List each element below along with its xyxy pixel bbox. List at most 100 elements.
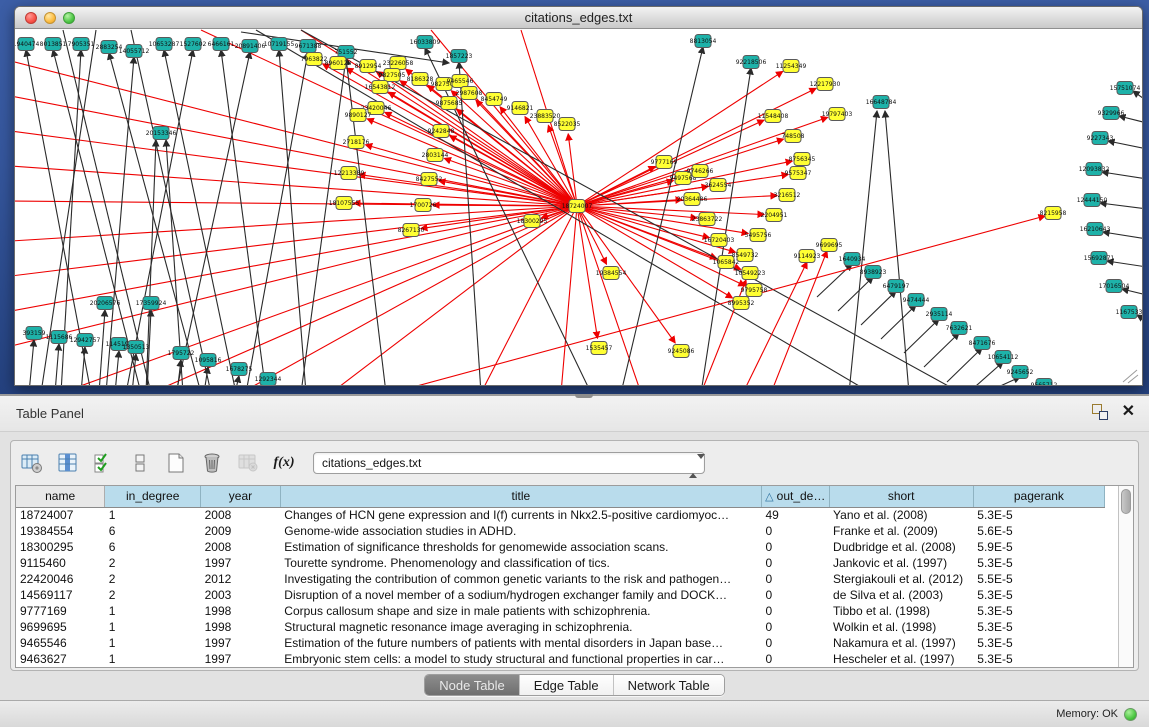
memory-status-indicator[interactable] [1124,708,1137,721]
graph-node-label: 10719155 [264,41,295,48]
graph-node-label: 8938923 [860,269,887,276]
graph-node-label: 8427552 [416,176,443,183]
table-row[interactable]: 2242004622012Investigating the contribut… [16,571,1105,587]
graph-node-label: 1292344 [255,376,282,383]
graph-node-label: 23863722 [692,216,723,223]
column-header-short[interactable]: short [829,486,973,507]
table-cell: 0 [761,619,829,635]
graph-node-label: 10549223 [735,270,766,277]
column-header-pagerank[interactable]: pagerank [973,486,1104,507]
tab-network-table[interactable]: Network Table [614,675,724,695]
graph-node-label: 9245086 [668,348,695,355]
delete-table-button[interactable] [235,450,261,476]
table-row[interactable]: 1456911722003Disruption of a novel membe… [16,587,1105,603]
table-row[interactable]: 946554611997Estimation of the future num… [16,635,1105,651]
row-height-button[interactable] [127,450,153,476]
table-row[interactable]: 1872400712008Changes of HCN gene express… [16,507,1105,523]
graph-node-label: 751552 [335,49,358,56]
graph-node-label: 12213389 [334,170,365,177]
table-row[interactable]: 946362711997Embryonic stem cells: a mode… [16,651,1105,667]
table-cell: Changes of HCN gene expression and I(f) … [280,507,761,523]
graph-node-label: 16543812 [365,84,396,91]
column-header-out_de[interactable]: △out_de… [761,486,829,507]
graph-node-label: 16033809 [410,39,441,46]
graph-node-label: 9575347 [785,170,812,177]
graph-node-label: 8912954 [355,63,382,70]
graph-node-label: 8813054 [690,38,717,45]
graph-node-label: 9146821 [507,105,534,112]
table-cell: 5.6E-5 [973,523,1104,539]
graph-node-label: 15751074 [1110,85,1141,92]
table-cell: Estimation of significance thresholds fo… [280,539,761,555]
dropdown-arrows-icon [689,456,698,472]
table-row[interactable]: 1938455462009Genome-wide association stu… [16,523,1105,539]
table-cell: 5.3E-5 [973,635,1104,651]
table-cell: 18300295 [16,539,105,555]
table-panel-body: f(x) citations_edges.txt namein_degreeye… [0,432,1149,700]
table-cell: 1 [105,619,201,635]
graph-node-label: 9777169 [651,159,678,166]
table-row[interactable]: 969969511998Structural magnetic resonanc… [16,619,1105,635]
table-cell: Investigating the contribution of common… [280,571,761,587]
graph-node-label: 16210643 [1080,226,1111,233]
table-scrollbar-thumb[interactable] [1121,489,1131,514]
tab-node-table[interactable]: Node Table [425,675,520,695]
table-cell: Tourette syndrome. Phenomenology and cla… [280,555,761,571]
graph-node-label: 23883520 [530,113,561,120]
column-header-title[interactable]: title [280,486,761,507]
graph-node-label: 9242848 [428,128,455,135]
table-selector-dropdown[interactable]: citations_edges.txt [313,452,705,474]
function-builder-button[interactable]: f(x) [271,450,297,476]
graph-node-label: 1527602 [180,41,207,48]
graph-node-label: 1095816 [195,357,222,364]
graph-node-label: 8522035 [554,121,581,128]
table-panel-header: Table Panel ✕ [0,394,1149,432]
network-canvas[interactable]: 1940474801385179053512883254140557121065… [15,29,1142,385]
zoom-window-button[interactable] [63,12,75,24]
table-cell: Hescheler et al. (1997) [829,651,973,667]
table-cell: 6 [105,539,201,555]
close-panel-icon[interactable]: ✕ [1122,404,1135,420]
table-inner-panel: f(x) citations_edges.txt namein_degreeye… [10,440,1139,671]
show-columns-button[interactable] [55,450,81,476]
table-row[interactable]: 1830029562008Estimation of significance … [16,539,1105,555]
table-cell: 5.3E-5 [973,651,1104,667]
graph-node-label: 9795758 [741,287,768,294]
select-rows-button[interactable] [91,450,117,476]
table-cell: 9777169 [16,603,105,619]
table-cell: 2012 [201,571,281,587]
table-cell: Structural magnetic resonance image aver… [280,619,761,635]
graph-node-label: 5495756 [745,232,772,239]
table-cell: 0 [761,555,829,571]
table-cell: 1998 [201,619,281,635]
graph-node-label: 9699695 [816,242,843,249]
table-cell: 19384554 [16,523,105,539]
table-cell: 9465546 [16,635,105,651]
resize-handle[interactable] [1123,370,1137,382]
graph-node-label: 1350513 [123,344,150,351]
graph-node-label: 19797403 [822,111,853,118]
close-window-button[interactable] [25,12,37,24]
table-cell: 1997 [201,651,281,667]
graph-node-label: 2204951 [761,212,788,219]
delete-column-button[interactable] [199,450,225,476]
graph-node-label: 9114923 [794,253,821,260]
graph-node-label: 7963822 [301,56,328,63]
create-column-button[interactable] [163,450,189,476]
column-header-in_degree[interactable]: in_degree [105,486,201,507]
table-row[interactable]: 911546021997Tourette syndrome. Phenomeno… [16,555,1105,571]
table-cell: Jankovic et al. (1997) [829,555,973,571]
column-header-name[interactable]: name [16,486,105,507]
table-settings-button[interactable] [19,450,45,476]
table-scrollbar[interactable] [1118,486,1133,667]
graph-node-label: 7905351 [68,41,95,48]
graph-node-label: 9671388 [295,43,322,50]
float-panel-icon[interactable] [1092,404,1108,420]
graph-node-label: 20206576 [90,300,121,307]
tab-edge-table[interactable]: Edge Table [520,675,614,695]
column-header-year[interactable]: year [201,486,281,507]
table-cell: Stergiakouli et al. (2012) [829,571,973,587]
panel-divider-grip[interactable] [575,394,593,398]
minimize-window-button[interactable] [44,12,56,24]
table-row[interactable]: 977716911998Corpus callosum shape and si… [16,603,1105,619]
